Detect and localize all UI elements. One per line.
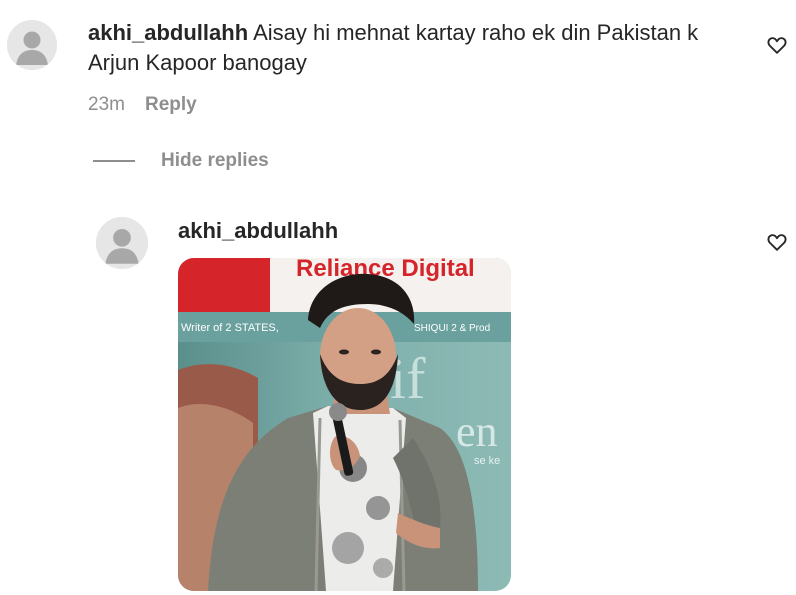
hide-replies-label: Hide replies: [161, 150, 269, 171]
avatar[interactable]: [7, 20, 57, 70]
backdrop-left-text: Writer of 2 STATES,: [181, 322, 279, 334]
comment-timestamp: 23m: [88, 94, 125, 115]
comment-meta: 23m Reply: [88, 94, 197, 116]
divider-line: [93, 160, 135, 162]
reply-username[interactable]: akhi_abdullahh: [178, 218, 338, 244]
backdrop-letters-2: en: [456, 407, 498, 456]
hide-replies-button[interactable]: Hide replies: [93, 150, 269, 172]
backdrop-right-text: SHIQUI 2 & Prod: [414, 323, 490, 334]
photo-illustration: Reliance Digital Writer of 2 STATES, SHI…: [178, 258, 511, 591]
heart-outline-icon[interactable]: [766, 231, 788, 253]
comment-username[interactable]: akhi_abdullahh: [88, 20, 248, 45]
reply-avatar[interactable]: [96, 217, 148, 269]
default-avatar-icon: [96, 217, 148, 269]
comment-body: akhi_abdullahh Aisay hi mehnat kartay ra…: [88, 18, 738, 78]
backdrop-small-text: se ke: [474, 455, 500, 467]
default-avatar-icon: [7, 20, 57, 70]
reply-button[interactable]: Reply: [145, 94, 197, 116]
reply-image[interactable]: Reliance Digital Writer of 2 STATES, SHI…: [178, 258, 511, 591]
heart-outline-icon[interactable]: [766, 34, 788, 56]
